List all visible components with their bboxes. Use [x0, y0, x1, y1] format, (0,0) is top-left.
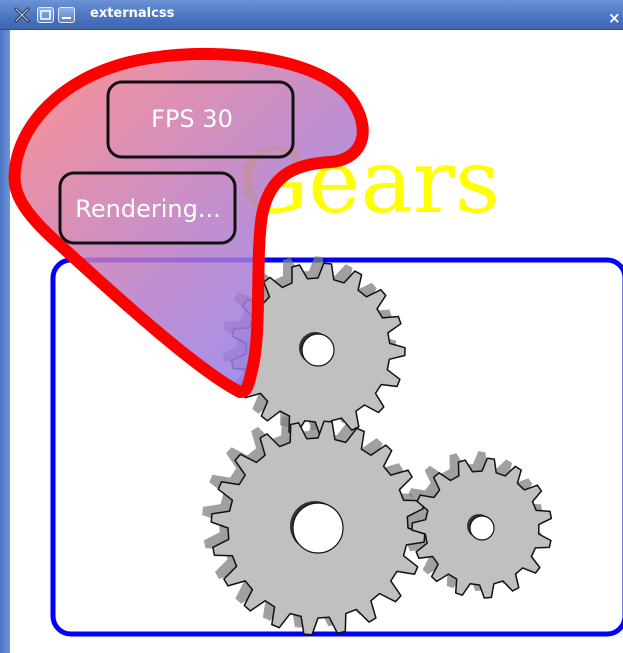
gear-hole [301, 333, 335, 367]
app-window: externalcss × Gears FPS 30 Rendering... [0, 0, 623, 653]
gear-large-icon [210, 420, 426, 636]
fps-label: FPS 30 [151, 105, 233, 133]
gear-hole [469, 515, 495, 541]
status-label: Rendering... [75, 195, 220, 223]
gear-hole [292, 502, 344, 554]
gears-scene: Gears FPS 30 Rendering... [8, 47, 623, 637]
